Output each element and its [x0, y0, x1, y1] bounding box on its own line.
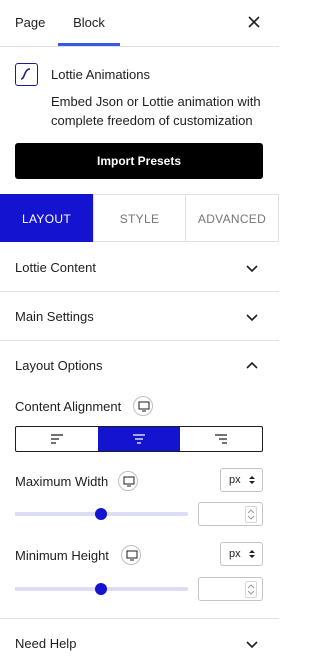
alignment-toggle-group [15, 426, 263, 452]
settings-tabs: LAYOUT STYLE ADVANCED [0, 194, 279, 242]
min-height-input[interactable] [198, 577, 263, 601]
align-center-icon [133, 434, 145, 444]
align-right-icon [215, 434, 227, 444]
align-left-icon [51, 434, 63, 444]
content-alignment-label: Content Alignment [15, 399, 122, 414]
sidebar-tabs: Page Block [0, 0, 279, 47]
min-height-slider-thumb[interactable] [95, 583, 107, 595]
max-width-input[interactable] [198, 502, 263, 526]
max-width-unit-select[interactable]: px [220, 468, 263, 492]
panel-need-help[interactable]: Need Help [0, 618, 279, 667]
chevron-down-icon [246, 641, 258, 649]
block-title: Lottie Animations [51, 67, 151, 82]
spinner-arrows-icon[interactable] [245, 506, 257, 523]
slider-fill [15, 512, 102, 516]
unit-value: px [229, 548, 241, 560]
unit-arrows-icon [249, 476, 255, 484]
panel-title: Need Help [15, 636, 77, 651]
tab-style[interactable]: STYLE [93, 194, 186, 242]
max-width-slider-thumb[interactable] [95, 508, 107, 520]
tab-block[interactable]: Block [58, 0, 120, 46]
tab-page[interactable]: Page [15, 0, 45, 46]
close-icon[interactable] [245, 13, 263, 31]
spinner-arrows-icon[interactable] [245, 581, 257, 598]
align-left-button[interactable] [16, 427, 98, 451]
panel-title: Main Settings [15, 309, 94, 324]
desktop-icon[interactable] [121, 545, 141, 565]
panel-title: Layout Options [15, 358, 103, 373]
align-center-button[interactable] [98, 427, 180, 451]
maximum-width-label: Maximum Width [15, 474, 109, 489]
panel-lottie-content[interactable]: Lottie Content [0, 243, 279, 292]
unit-value: px [229, 474, 241, 486]
tab-layout[interactable]: LAYOUT [0, 194, 93, 242]
min-height-unit-select[interactable]: px [220, 542, 263, 566]
block-description: Embed Json or Lottie animation with comp… [51, 94, 261, 128]
panel-layout-options[interactable]: Layout Options [0, 341, 279, 390]
active-tab-indicator [58, 43, 120, 46]
minimum-height-label: Minimum Height [15, 548, 109, 563]
chevron-up-icon [246, 361, 258, 369]
chevron-down-icon [246, 314, 258, 322]
slider-fill [15, 587, 102, 591]
panel-main-settings[interactable]: Main Settings [0, 292, 279, 341]
chevron-down-icon [246, 265, 258, 273]
unit-arrows-icon [249, 550, 255, 558]
panel-title: Lottie Content [15, 260, 96, 275]
import-presets-button[interactable]: Import Presets [15, 143, 263, 179]
tab-advanced[interactable]: ADVANCED [185, 194, 279, 242]
lottie-block-icon [15, 63, 38, 86]
align-right-button[interactable] [180, 427, 262, 451]
desktop-icon[interactable] [133, 396, 153, 416]
desktop-icon[interactable] [118, 471, 138, 491]
